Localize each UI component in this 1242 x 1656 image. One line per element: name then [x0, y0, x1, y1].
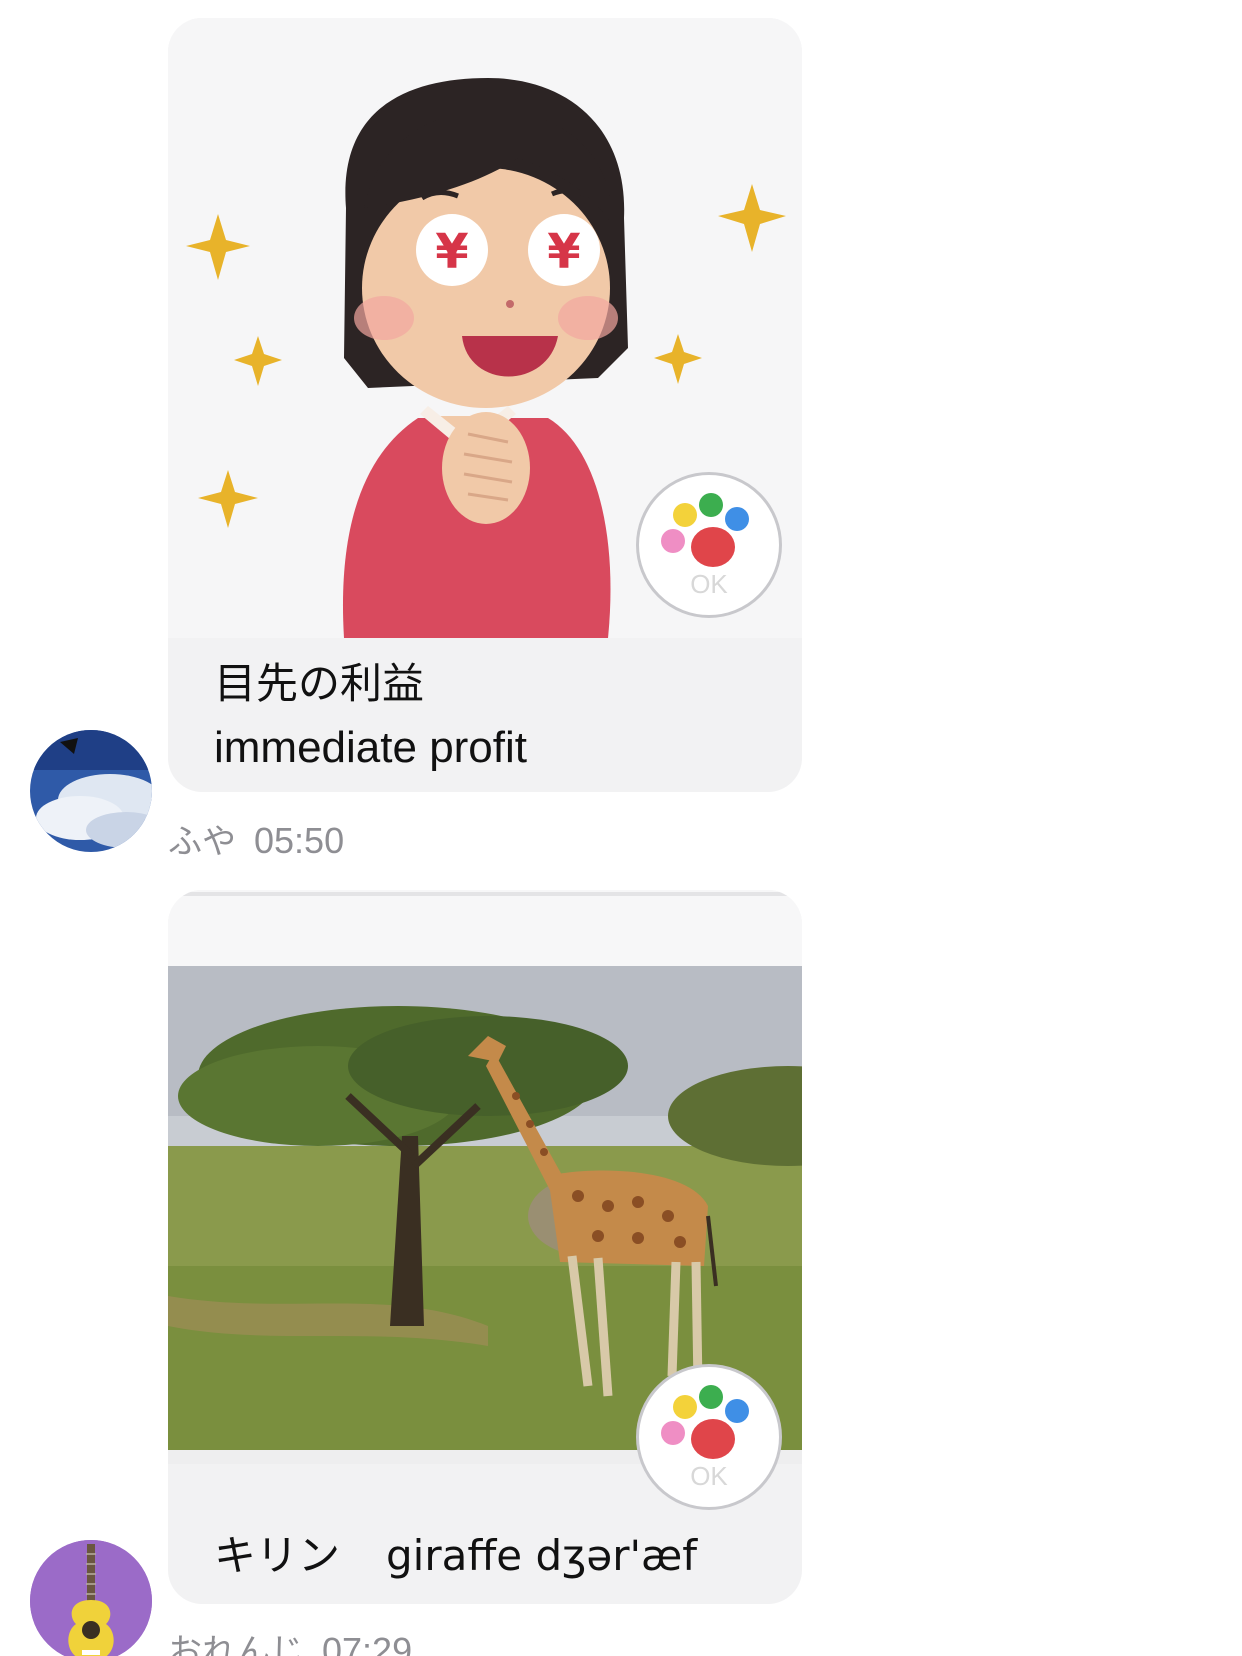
svg-text:¥: ¥ [547, 224, 580, 280]
message-bubble[interactable]: OK キリン giraffe dʒər'æf [168, 890, 802, 1604]
ok-label: OK [690, 569, 728, 599]
chat-screen: ¥ ¥ OK 目先の利益 immediate profit ふや 05:50 O… [0, 0, 1242, 1656]
timestamp: 07:29 [322, 1630, 413, 1656]
caption-japanese: 目先の利益 [214, 659, 425, 708]
message-meta: ふや 05:50 [168, 814, 344, 863]
avatar[interactable] [30, 730, 152, 852]
sender-name: ふや [168, 822, 236, 862]
avatar[interactable] [30, 1540, 152, 1656]
message-bubble[interactable]: ¥ ¥ OK 目先の利益 immediate profit [168, 18, 802, 792]
svg-text:¥: ¥ [435, 224, 468, 280]
message-caption: キリン giraffe dʒər'æf [214, 1524, 697, 1588]
timestamp: 05:50 [254, 820, 345, 861]
caption-english: immediate profit [214, 723, 528, 772]
guitar-avatar [30, 1540, 152, 1656]
ok-reaction-stamp[interactable]: OK [636, 1364, 782, 1510]
message-caption: 目先の利益 immediate profit [214, 652, 527, 780]
ok-label: OK [690, 1461, 728, 1491]
caption-japanese: キリン [214, 1531, 341, 1580]
sky-clouds-avatar [30, 730, 152, 852]
message-meta: おれんじ 07:29 [168, 1624, 412, 1656]
ok-reaction-stamp[interactable]: OK [636, 472, 782, 618]
sender-name: おれんじ [168, 1632, 304, 1656]
caption-english: giraffe dʒər'æf [386, 1531, 698, 1580]
